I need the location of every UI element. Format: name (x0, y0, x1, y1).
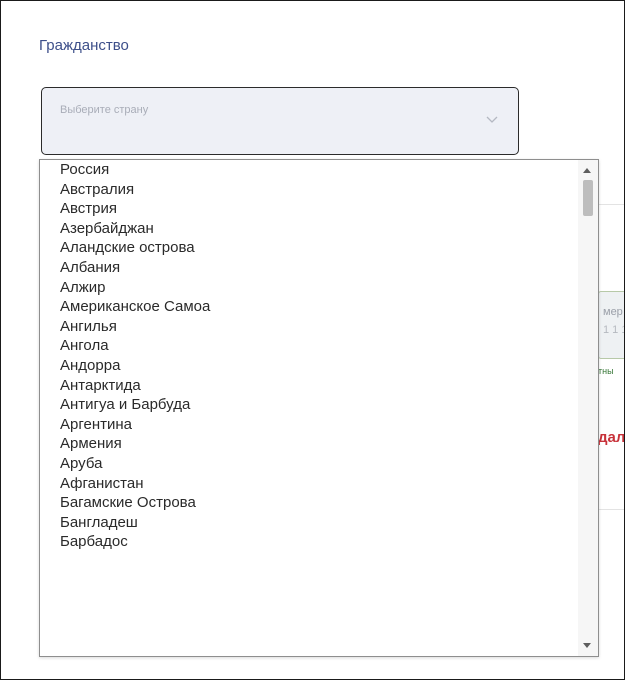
country-dropdown-list[interactable]: Россия Австралия Австрия Азербайджан Ала… (39, 159, 599, 657)
country-option[interactable]: Бангладеш (40, 513, 578, 533)
country-option[interactable]: Албания (40, 258, 578, 278)
dropdown-scrollbar[interactable] (578, 160, 598, 656)
background-hint-text: тны (598, 366, 614, 376)
country-option[interactable]: Антарктида (40, 376, 578, 396)
country-option[interactable]: Барбадос (40, 532, 578, 552)
background-field-text: мер (603, 306, 623, 318)
chevron-down-icon (486, 116, 498, 123)
citizenship-label: Гражданство (39, 37, 129, 54)
country-option[interactable]: Ангилья (40, 317, 578, 337)
scroll-up-arrow-icon[interactable] (583, 168, 591, 173)
background-divider (598, 204, 624, 205)
scroll-down-arrow-icon[interactable] (583, 643, 591, 648)
country-option[interactable]: Армения (40, 434, 578, 454)
country-option[interactable]: Аландские острова (40, 238, 578, 258)
country-option[interactable]: Азербайджан (40, 219, 578, 239)
country-option[interactable]: Россия (40, 160, 578, 180)
country-select-placeholder: Выберите страну (60, 104, 149, 116)
country-option[interactable]: Аруба (40, 454, 578, 474)
country-option[interactable]: Афганистан (40, 474, 578, 494)
country-options: Россия Австралия Австрия Азербайджан Ала… (40, 160, 578, 656)
country-select[interactable]: Выберите страну (41, 87, 519, 155)
background-field-value: 1 1 1 (603, 324, 624, 336)
country-option[interactable]: Австралия (40, 180, 578, 200)
background-divider (598, 509, 624, 510)
country-option[interactable]: Американское Самоа (40, 297, 578, 317)
country-option[interactable]: Антигуа и Барбуда (40, 395, 578, 415)
background-input-field[interactable]: мер 1 1 1 (598, 291, 624, 359)
background-delete-link[interactable]: дал (598, 429, 624, 446)
page-frame: Гражданство Выберите страну мер 1 1 1 тн… (0, 0, 625, 680)
country-option[interactable]: Австрия (40, 199, 578, 219)
country-option[interactable]: Алжир (40, 278, 578, 298)
scrollbar-thumb[interactable] (583, 180, 593, 216)
country-option[interactable]: Ангола (40, 336, 578, 356)
country-option[interactable]: Багамские Острова (40, 493, 578, 513)
country-option[interactable]: Андорра (40, 356, 578, 376)
country-option[interactable]: Аргентина (40, 415, 578, 435)
